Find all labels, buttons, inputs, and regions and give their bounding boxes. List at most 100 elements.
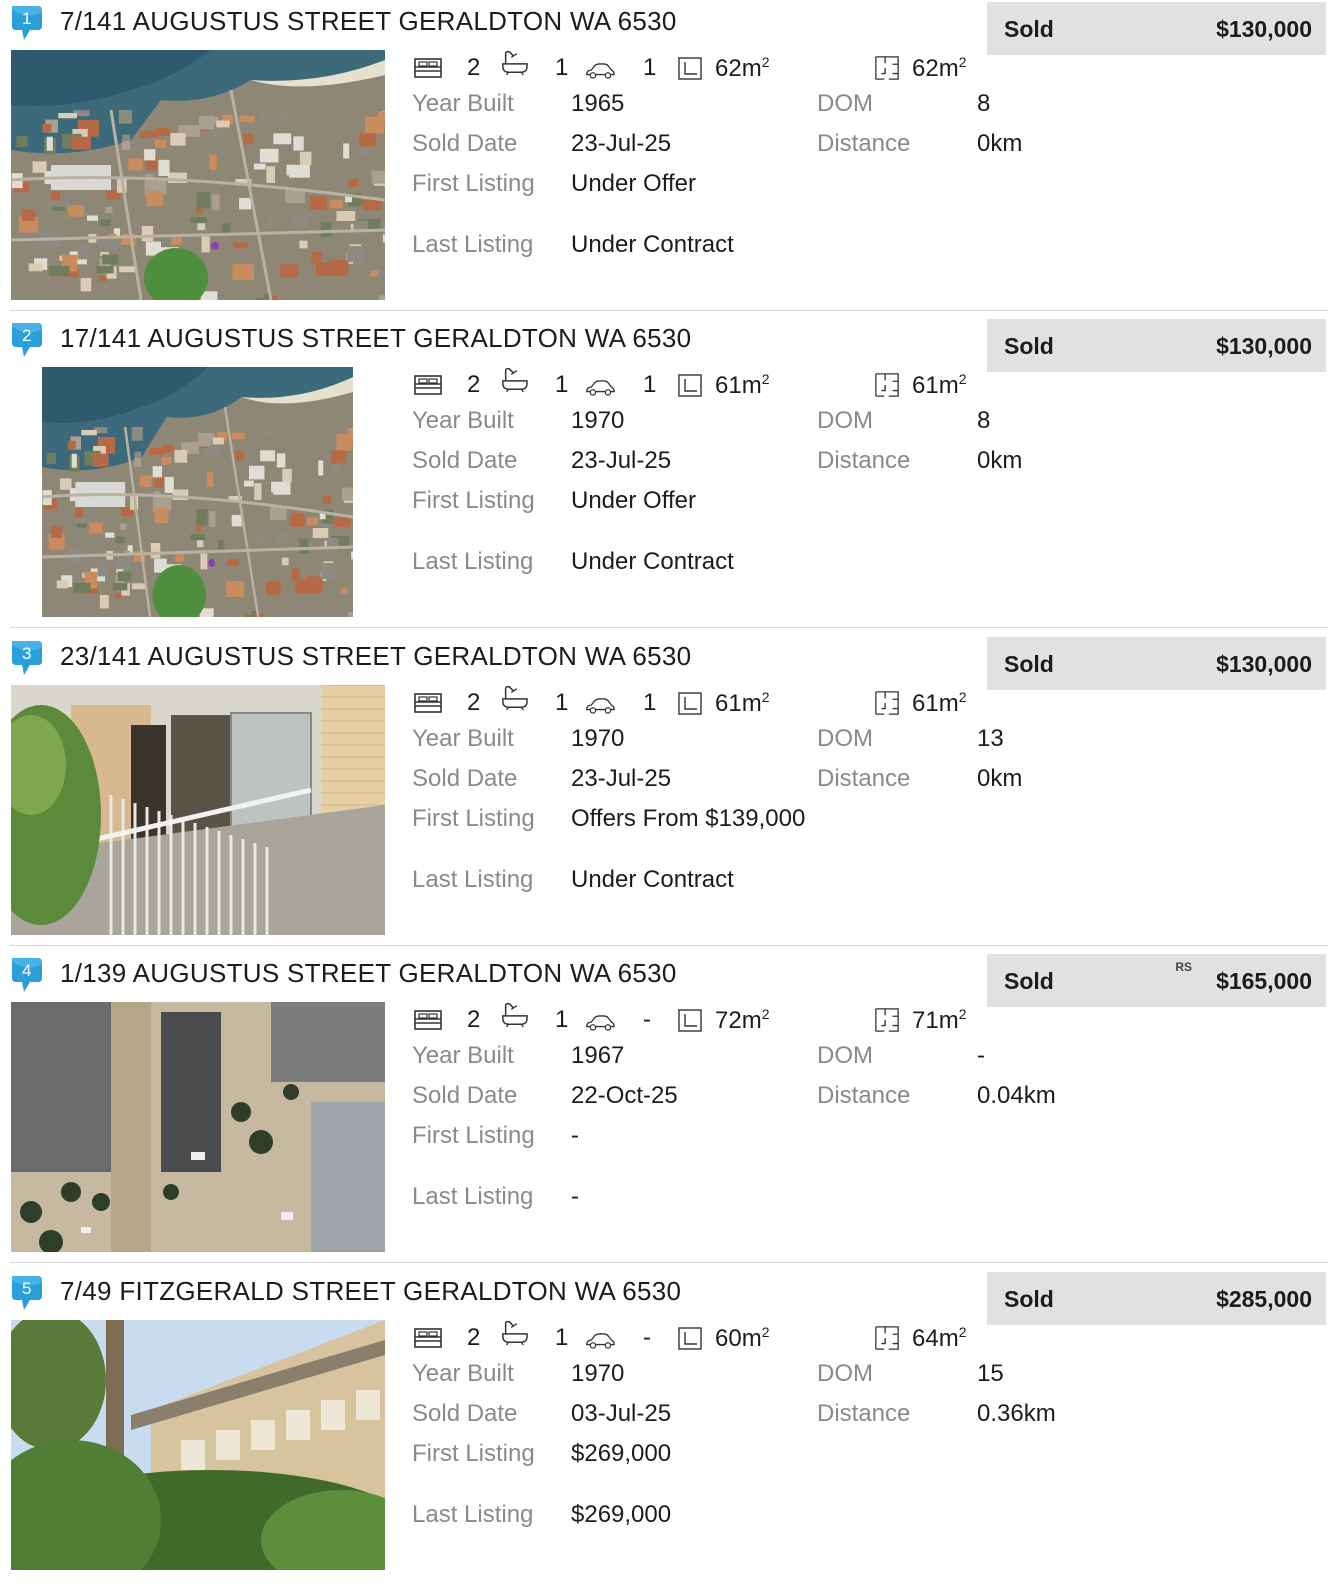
property-features: 2 1 - 60m2 [413,1322,1013,1356]
last-listing-value: Under Contract [571,231,734,259]
distance-label: Distance [817,1082,910,1110]
floor-plan-icon [873,55,901,81]
sold-date-label: Sold Date [412,1082,517,1110]
sold-price: $285,000 [1216,1286,1312,1313]
dom-label: DOM [817,1360,873,1388]
land-area: 72m2 [715,1006,770,1035]
land-area: 60m2 [715,1324,770,1353]
map-pin-icon: 4 [8,954,44,994]
map-pin-icon: 3 [8,637,44,677]
sold-label: Sold [1004,651,1054,678]
first-listing-label: First Listing [412,1440,535,1468]
car-icon [585,1328,615,1354]
land-area: 61m2 [715,371,770,400]
year-built-value: 1967 [571,1042,624,1070]
distance-value: 0km [977,130,1022,158]
bed-icon [413,1325,443,1351]
floor-area: 61m2 [912,689,967,718]
dom-value: 8 [977,407,990,435]
land-area-icon [677,372,703,398]
listing-divider [10,627,1328,628]
sold-date-label: Sold Date [412,130,517,158]
year-built-label: Year Built [412,1360,514,1388]
map-pin-icon: 5 [8,1272,44,1312]
sold-price-box: Sold $130,000 [987,2,1326,55]
sold-label: Sold [1004,16,1054,43]
year-built-value: 1970 [571,407,624,435]
first-listing-value: - [571,1122,579,1150]
car-icon [585,375,615,401]
sold-date-value: 03-Jul-25 [571,1400,671,1428]
bed-icon [413,372,443,398]
last-listing-value: $269,000 [571,1501,671,1529]
distance-value: 0km [977,765,1022,793]
first-listing-value: Under Offer [571,170,696,198]
year-built-value: 1970 [571,725,624,753]
sold-date-label: Sold Date [412,1400,517,1428]
pin-number: 3 [22,644,31,663]
floor-plan-icon [873,372,901,398]
last-listing-value: - [571,1183,579,1211]
last-listing-label: Last Listing [412,231,533,259]
listing-divider [10,310,1328,311]
distance-label: Distance [817,765,910,793]
floor-area: 71m2 [912,1006,967,1035]
floor-plan-icon [873,1007,901,1033]
property-features: 2 1 1 61m2 [413,369,1013,403]
land-area-icon [677,55,703,81]
property-photo[interactable] [11,1320,385,1570]
floor-area: 61m2 [912,371,967,400]
property-photo[interactable] [11,685,385,935]
distance-value: 0km [977,447,1022,475]
sold-label: Sold [1004,333,1054,360]
year-built-label: Year Built [412,90,514,118]
property-photo[interactable] [42,367,353,617]
sold-price-box: Sold $285,000 [987,1272,1326,1325]
property-features: 2 1 1 62m2 [413,52,1013,86]
bath-count: 1 [555,54,568,82]
bed-icon [413,1007,443,1033]
listing-address[interactable]: 17/141 AUGUSTUS STREET GERALDTON WA 6530 [60,323,691,354]
bath-icon [499,685,529,711]
listing-card: 3 23/141 AUGUSTUS STREET GERALDTON WA 65… [0,635,1328,952]
sold-label: Sold [1004,1286,1054,1313]
sold-price: $130,000 [1216,16,1312,43]
first-listing-value: Under Offer [571,487,696,515]
last-listing-label: Last Listing [412,548,533,576]
listing-address[interactable]: 23/141 AUGUSTUS STREET GERALDTON WA 6530 [60,641,691,672]
rs-badge: RS [1175,960,1192,974]
bath-icon [499,50,529,76]
dom-value: 13 [977,725,1004,753]
dom-value: 8 [977,90,990,118]
property-photo[interactable] [11,50,385,300]
last-listing-label: Last Listing [412,866,533,894]
year-built-value: 1970 [571,1360,624,1388]
last-listing-label: Last Listing [412,1183,533,1211]
first-listing-label: First Listing [412,805,535,833]
land-area-icon [677,690,703,716]
bed-icon [413,55,443,81]
listing-address[interactable]: 7/141 AUGUSTUS STREET GERALDTON WA 6530 [60,6,677,37]
pin-number: 4 [22,961,31,980]
year-built-label: Year Built [412,1042,514,1070]
land-area: 62m2 [715,54,770,83]
dom-label: DOM [817,725,873,753]
first-listing-label: First Listing [412,170,535,198]
property-photo[interactable] [11,1002,385,1252]
listing-address[interactable]: 7/49 FITZGERALD STREET GERALDTON WA 6530 [60,1276,681,1307]
floor-plan-icon [873,690,901,716]
pin-number: 5 [22,1279,31,1298]
listing-card: 4 1/139 AUGUSTUS STREET GERALDTON WA 653… [0,952,1328,1269]
sold-date-value: 23-Jul-25 [571,765,671,793]
dom-value: - [977,1042,985,1070]
property-features: 2 1 1 61m2 [413,687,1013,721]
bed-icon [413,690,443,716]
car-icon [585,693,615,719]
car-icon [585,58,615,84]
listing-card: 1 7/141 AUGUSTUS STREET GERALDTON WA 653… [0,0,1328,317]
first-listing-value: Offers From $139,000 [571,805,805,833]
listing-divider [10,945,1328,946]
car-count: 1 [643,54,656,82]
listing-address[interactable]: 1/139 AUGUSTUS STREET GERALDTON WA 6530 [60,958,677,989]
dom-label: DOM [817,1042,873,1070]
